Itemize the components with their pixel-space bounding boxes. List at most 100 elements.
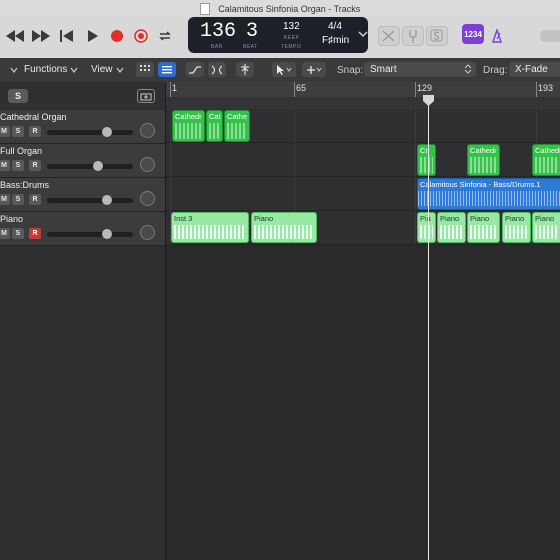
list-view-button[interactable] <box>158 62 176 77</box>
pan-knob[interactable] <box>140 225 155 240</box>
volume-slider[interactable] <box>47 161 133 171</box>
midi-region[interactable]: Cathe <box>224 110 250 142</box>
control-bar: 136 3 BAR BEAT 132 KEEP TEMPO 4/4 F♯min … <box>0 16 560 59</box>
drag-select[interactable]: X-Fade <box>509 62 560 77</box>
mute-button[interactable]: M <box>0 126 10 137</box>
pan-knob[interactable] <box>140 123 155 138</box>
grid-icon <box>140 65 150 71</box>
chevron-down-icon <box>358 31 368 38</box>
midi-region[interactable]: Piano <box>437 212 466 243</box>
solo-button[interactable]: S <box>12 160 24 171</box>
mute-button[interactable]: M <box>0 228 10 239</box>
record-enable-button[interactable]: R <box>29 126 41 137</box>
midi-region[interactable]: Cathedr <box>467 144 500 176</box>
track-piano[interactable]: Piano M S R <box>0 212 165 246</box>
track-full-organ[interactable]: Full Organ M S R <box>0 144 165 178</box>
automation-icon <box>189 65 201 74</box>
region-name: Piano <box>254 214 274 223</box>
automation-button[interactable] <box>186 62 204 77</box>
pan-knob[interactable] <box>140 191 155 206</box>
volume-knob[interactable] <box>102 229 113 239</box>
record-enable-button[interactable]: R <box>29 228 41 239</box>
pan-knob[interactable] <box>140 157 155 172</box>
region-name: Cat <box>209 112 221 121</box>
record-enable-button[interactable]: R <box>29 194 41 205</box>
audio-region[interactable]: Calamitous Sinfonia - Bass/Drums.1 <box>417 178 560 210</box>
volume-knob[interactable] <box>92 161 103 171</box>
count-in-display-button[interactable]: 1234 <box>462 24 484 44</box>
grid-view-button[interactable] <box>136 62 154 77</box>
mute-button[interactable]: M <box>0 194 10 205</box>
region-name: Cathedr <box>175 112 202 121</box>
tuner-button[interactable] <box>402 26 424 46</box>
record-icon <box>111 30 123 42</box>
region-name: Piano <box>470 214 490 223</box>
volume-knob[interactable] <box>102 195 113 205</box>
midi-region[interactable]: Piano <box>251 212 317 243</box>
capture-record-icon <box>134 29 148 43</box>
bar-ruler[interactable]: 1 65 129 193 <box>166 82 560 98</box>
master-volume-slider[interactable] <box>540 30 560 42</box>
global-solo-button[interactable]: S <box>8 89 28 103</box>
fast-forward-button[interactable] <box>30 26 52 46</box>
catch-playhead-button[interactable] <box>236 62 254 77</box>
playhead[interactable] <box>428 97 429 560</box>
midi-region[interactable]: Piano <box>467 212 500 243</box>
updown-chevron-icon <box>464 64 472 74</box>
cycle-button[interactable] <box>154 26 176 46</box>
record-button[interactable] <box>106 26 128 46</box>
metronome-button[interactable] <box>486 26 508 46</box>
solo-button[interactable]: S <box>12 126 24 137</box>
record-enable-button[interactable]: R <box>29 160 41 171</box>
volume-slider[interactable] <box>47 195 133 205</box>
document-icon <box>199 2 210 15</box>
volume-slider[interactable] <box>47 127 133 137</box>
lane-full-organ[interactable] <box>166 143 560 177</box>
playhead-catch-icon <box>241 64 249 75</box>
go-to-beginning-button[interactable] <box>56 26 78 46</box>
midi-region[interactable]: Cathedr <box>172 110 205 142</box>
chevron-down-icon <box>116 67 123 73</box>
solo-button[interactable]: S <box>12 194 24 205</box>
volume-slider[interactable] <box>47 229 133 239</box>
midi-region[interactable]: Piano <box>502 212 531 243</box>
rewind-icon <box>6 30 24 42</box>
snap-select[interactable]: Smart <box>364 62 476 77</box>
midi-notes <box>440 225 463 239</box>
drag-label: Drag: <box>483 65 508 76</box>
add-track-button[interactable] <box>137 89 155 103</box>
mute-button[interactable]: M <box>0 160 10 171</box>
replace-button[interactable] <box>378 26 400 46</box>
rewind-button[interactable] <box>4 26 26 46</box>
window-titlebar: Calamitous Sinfonia Organ - Tracks <box>0 0 560 16</box>
solo-button[interactable]: S <box>12 228 24 239</box>
midi-notes <box>174 225 246 239</box>
track-cathedral-organ[interactable]: Cathedral Organ M S R <box>0 110 165 144</box>
region-name: Cathe <box>227 112 248 121</box>
chevron-down-icon <box>10 67 18 73</box>
play-icon <box>88 30 98 42</box>
left-click-tool-menu[interactable] <box>272 62 296 77</box>
track-bass-drums[interactable]: Bass:Drums M S R <box>0 178 165 212</box>
lcd-display[interactable]: 136 3 BAR BEAT 132 KEEP TEMPO 4/4 F♯min <box>188 17 368 53</box>
track-header-top: S <box>0 82 165 111</box>
play-button[interactable] <box>82 26 104 46</box>
solo-mode-button[interactable] <box>426 26 448 46</box>
midi-region[interactable]: Piano <box>532 212 560 243</box>
volume-knob[interactable] <box>102 127 113 137</box>
tracks-area[interactable]: Cathedr Cat Cathe Cri Cathedr Cathedr Ca… <box>166 109 560 560</box>
midi-region[interactable]: Inst 3 <box>171 212 249 243</box>
functions-menu[interactable]: Functions <box>24 62 78 77</box>
lcd-tempo: 132 <box>283 21 300 32</box>
midi-region[interactable]: Pia <box>417 212 436 243</box>
capture-recording-button[interactable] <box>130 26 152 46</box>
midi-region[interactable]: Cat <box>206 110 223 142</box>
midi-region[interactable]: Cathedr <box>532 144 560 176</box>
view-menu[interactable]: View <box>91 62 124 77</box>
flex-button[interactable] <box>208 62 226 77</box>
ruler-tick <box>294 82 295 97</box>
region-name: Piano <box>440 214 460 223</box>
command-click-tool-menu[interactable] <box>302 62 326 77</box>
tuning-fork-icon <box>409 30 417 43</box>
midi-region[interactable]: Cri <box>417 144 436 176</box>
